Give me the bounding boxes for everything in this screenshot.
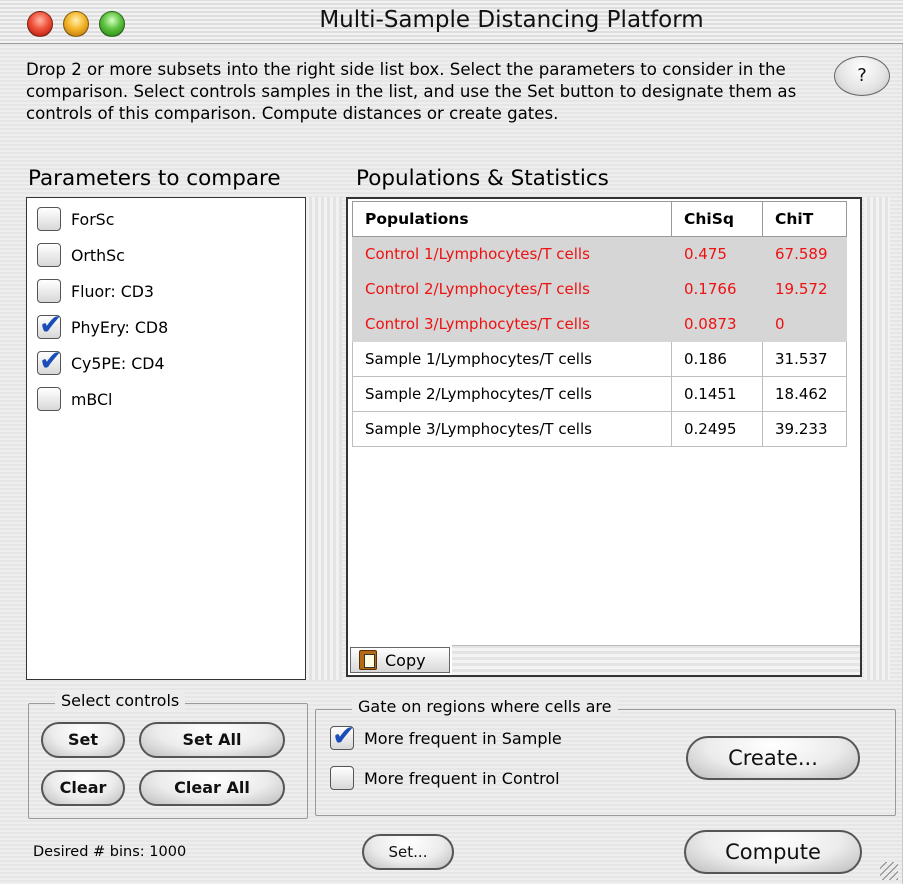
option-more-frequent-sample[interactable]: More frequent in Sample <box>330 719 562 752</box>
table-row[interactable]: Control 2/Lymphocytes/T cells 0.1766 19.… <box>352 271 847 307</box>
option-label: More frequent in Control <box>364 768 560 788</box>
param-item-mbcl[interactable]: mBCl <box>37 384 112 414</box>
populations-horizontal-scrollbar[interactable] <box>452 645 860 675</box>
param-checkbox-cd8[interactable] <box>37 308 62 341</box>
cell-population: Sample 3/Lymphocytes/T cells <box>352 411 672 447</box>
set-all-button[interactable]: Set All <box>139 722 285 758</box>
populations-table: Populations ChiSq ChiT Control 1/Lymphoc… <box>352 201 847 447</box>
clear-button[interactable]: Clear <box>41 770 125 806</box>
bins-label: Desired # bins: 1000 <box>33 844 187 860</box>
param-item-cd4[interactable]: Cy5PE: CD4 <box>37 344 165 378</box>
param-label: mBCl <box>71 389 113 409</box>
close-button[interactable] <box>27 11 53 37</box>
parameters-list[interactable]: ForSc OrthSc Fluor: CD3 PhyEry: CD8 Cy5P… <box>26 197 306 680</box>
help-button[interactable]: ? <box>834 56 890 96</box>
populations-scrollbar[interactable] <box>864 197 890 680</box>
select-controls-group: Select controls Set Set All Clear Clear … <box>28 691 308 819</box>
cell-chisq: 0.2495 <box>671 411 763 447</box>
cell-chisq: 0.1766 <box>671 271 763 307</box>
cell-population: Control 1/Lymphocytes/T cells <box>352 236 672 272</box>
cell-population: Control 2/Lymphocytes/T cells <box>352 271 672 307</box>
copy-button[interactable]: Copy <box>350 647 450 673</box>
column-header-populations[interactable]: Populations <box>352 201 672 237</box>
window: Multi-Sample Distancing Platform Drop 2 … <box>0 0 903 884</box>
param-checkbox-cd3[interactable] <box>37 279 61 303</box>
control-checkbox[interactable] <box>330 766 354 790</box>
select-controls-label: Select controls <box>55 691 186 710</box>
param-checkbox-cd4[interactable] <box>37 344 62 377</box>
minimize-button[interactable] <box>63 11 89 37</box>
param-checkbox-mbcl[interactable] <box>37 387 61 411</box>
param-checkbox-forsc[interactable] <box>37 207 61 231</box>
instructions-text: Drop 2 or more subsets into the right si… <box>26 60 797 123</box>
table-row[interactable]: Sample 3/Lymphocytes/T cells 0.2495 39.2… <box>352 411 847 447</box>
cell-population: Sample 1/Lymphocytes/T cells <box>352 341 672 377</box>
cell-chit: 31.537 <box>762 341 847 377</box>
gate-label: Gate on regions where cells are <box>352 697 618 716</box>
populations-list[interactable]: Populations ChiSq ChiT Control 1/Lymphoc… <box>346 197 862 677</box>
parameters-heading: Parameters to compare <box>28 166 281 191</box>
param-item-forsc[interactable]: ForSc <box>37 204 114 234</box>
param-item-orthsc[interactable]: OrthSc <box>37 240 125 270</box>
table-header: Populations ChiSq ChiT <box>352 201 847 237</box>
option-label: More frequent in Sample <box>364 728 562 748</box>
set-bins-button[interactable]: Set... <box>362 834 454 870</box>
option-more-frequent-control[interactable]: More frequent in Control <box>330 766 560 790</box>
param-item-cd3[interactable]: Fluor: CD3 <box>37 276 154 306</box>
compute-button[interactable]: Compute <box>684 830 862 874</box>
param-label: Fluor: CD3 <box>71 281 154 301</box>
cell-chit: 67.589 <box>762 236 847 272</box>
cell-chisq: 0.0873 <box>671 306 763 342</box>
table-row[interactable]: Control 3/Lymphocytes/T cells 0.0873 0 <box>352 306 847 342</box>
cell-chisq: 0.186 <box>671 341 763 377</box>
param-label: OrthSc <box>71 245 125 265</box>
column-header-chit[interactable]: ChiT <box>762 201 847 237</box>
clear-all-button[interactable]: Clear All <box>139 770 285 806</box>
create-button[interactable]: Create... <box>686 736 860 780</box>
cell-chit: 19.572 <box>762 271 847 307</box>
set-button[interactable]: Set <box>41 722 125 758</box>
cell-chit: 18.462 <box>762 376 847 412</box>
sample-checkbox[interactable] <box>330 719 355 752</box>
populations-heading: Populations & Statistics <box>356 166 609 191</box>
param-item-cd8[interactable]: PhyEry: CD8 <box>37 308 169 342</box>
cell-chit: 0 <box>762 306 847 342</box>
cell-population: Sample 2/Lymphocytes/T cells <box>352 376 672 412</box>
cell-chisq: 0.1451 <box>671 376 763 412</box>
gate-group: Gate on regions where cells are More fre… <box>315 697 896 816</box>
cell-chisq: 0.475 <box>671 236 763 272</box>
param-checkbox-orthsc[interactable] <box>37 243 61 267</box>
table-row[interactable]: Sample 2/Lymphocytes/T cells 0.1451 18.4… <box>352 376 847 412</box>
column-header-chisq[interactable]: ChiSq <box>671 201 763 237</box>
window-title: Multi-Sample Distancing Platform <box>319 7 704 33</box>
parameters-scrollbar[interactable] <box>306 197 342 680</box>
param-label: PhyEry: CD8 <box>71 317 169 337</box>
param-label: ForSc <box>71 209 115 229</box>
zoom-button[interactable] <box>99 11 125 37</box>
cell-chit: 39.233 <box>762 411 847 447</box>
param-label: Cy5PE: CD4 <box>71 353 165 373</box>
cell-population: Control 3/Lymphocytes/T cells <box>352 306 672 342</box>
copy-label: Copy <box>385 650 426 670</box>
title-bar[interactable]: Multi-Sample Distancing Platform <box>0 0 903 44</box>
clipboard-icon <box>359 650 377 670</box>
table-row[interactable]: Sample 1/Lymphocytes/T cells 0.186 31.53… <box>352 341 847 377</box>
resize-grip-icon[interactable] <box>880 862 898 880</box>
table-row[interactable]: Control 1/Lymphocytes/T cells 0.475 67.5… <box>352 236 847 272</box>
